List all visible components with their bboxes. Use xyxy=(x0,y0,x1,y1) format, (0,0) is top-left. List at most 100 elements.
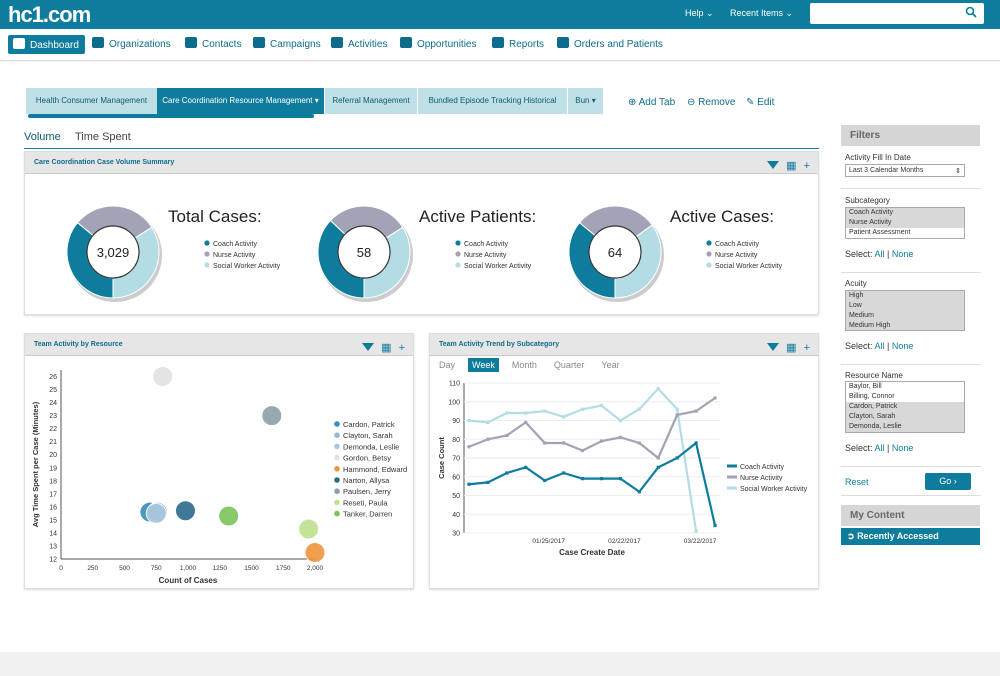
plus-icon[interactable]: + xyxy=(804,160,810,172)
resource-select-links: Select: All | None xyxy=(845,443,914,453)
legend-dot xyxy=(455,240,461,246)
collapse-triangle-icon[interactable] xyxy=(362,342,375,351)
subtab-volume[interactable]: Volume xyxy=(24,131,61,143)
legend-dot xyxy=(706,262,712,268)
select-all-link[interactable]: All xyxy=(875,443,885,453)
help-menu[interactable]: Help ⌄ xyxy=(685,8,714,19)
list-item[interactable]: Clayton, Sarah xyxy=(846,412,964,422)
list-item[interactable]: Medium High xyxy=(846,321,964,330)
activity-fill-label: Activity Fill In Date xyxy=(845,153,911,162)
money-icon xyxy=(400,37,412,48)
y-tick-label: 24 xyxy=(49,400,57,407)
list-item[interactable]: Nurse Activity xyxy=(846,218,964,228)
recent-items-menu[interactable]: Recent Items ⌄ xyxy=(730,8,793,19)
add-tab-button[interactable]: ⊕ Add Tab xyxy=(628,97,675,108)
select-all-link[interactable]: All xyxy=(875,249,885,259)
divider xyxy=(841,272,981,273)
list-item[interactable]: Low xyxy=(846,301,964,311)
list-item[interactable]: Billing, Connor xyxy=(846,392,964,402)
app-logo[interactable]: hc1.com xyxy=(8,2,91,28)
y-tick-label: 25 xyxy=(49,387,57,394)
nav-contacts[interactable]: Contacts xyxy=(185,37,241,50)
go-button[interactable]: Go › xyxy=(925,473,971,490)
plus-icon[interactable]: + xyxy=(804,342,810,354)
grid-icon[interactable]: ▦ xyxy=(381,341,391,354)
select-none-link[interactable]: None xyxy=(892,341,914,351)
donut-title: Total Cases: xyxy=(168,207,262,226)
list-item[interactable]: Medium xyxy=(846,311,964,321)
list-item[interactable]: Baylor, Bill xyxy=(846,382,964,392)
tab-care-coordination[interactable]: Care Coordination Resource Management ▾ xyxy=(157,88,324,114)
donut-title: Active Cases: xyxy=(670,207,774,226)
select-all-link[interactable]: All xyxy=(875,341,885,351)
series-point xyxy=(675,456,679,460)
y-tick-label: 100 xyxy=(448,399,460,406)
remove-tab-button[interactable]: ⊖ Remove xyxy=(687,97,735,108)
chevron-down-icon[interactable]: ▾ xyxy=(315,96,319,105)
scatter-point xyxy=(218,505,240,527)
donut-value: 64 xyxy=(608,245,622,260)
tab-health-consumer[interactable]: Health Consumer Management xyxy=(26,88,157,114)
reset-link[interactable]: Reset xyxy=(845,477,869,487)
nav-reports[interactable]: Reports xyxy=(492,37,544,50)
legend-label: Social Worker Activity xyxy=(464,263,532,270)
subtab-time-spent[interactable]: Time Spent xyxy=(75,131,131,143)
tab-referral[interactable]: Referral Management xyxy=(325,88,417,114)
caduceus-icon xyxy=(557,37,569,48)
grid-icon[interactable]: ▦ xyxy=(786,341,796,354)
legend-label: Nurse Activity xyxy=(213,252,256,259)
series-point xyxy=(713,396,717,400)
edit-tab-button[interactable]: ✎ Edit xyxy=(746,97,774,108)
period-year[interactable]: Year xyxy=(597,358,623,372)
nav-activities[interactable]: Activities xyxy=(331,37,387,50)
nav-orders-patients[interactable]: Orders and Patients xyxy=(557,37,663,50)
plus-circle-icon: ⊕ xyxy=(628,97,637,108)
search-input[interactable] xyxy=(810,3,984,24)
series-point xyxy=(486,480,490,484)
plus-icon[interactable]: + xyxy=(399,342,405,354)
tab-scrollbar[interactable] xyxy=(28,114,314,118)
list-item[interactable]: Patient Assessment xyxy=(846,228,964,238)
x-tick-label: 750 xyxy=(151,565,162,572)
activity-fill-select[interactable]: Last 3 Calendar Months ⇕ xyxy=(845,164,965,177)
grid-icon[interactable]: ▦ xyxy=(786,159,796,172)
tab-bundled-episode[interactable]: Bundled Episode Tracking Historical xyxy=(418,88,567,114)
nav-organizations[interactable]: Organizations xyxy=(92,37,171,50)
tab-overflow[interactable]: Bun ▾ xyxy=(568,88,603,114)
collapse-triangle-icon[interactable] xyxy=(767,342,780,351)
list-item[interactable]: Coach Activity xyxy=(846,208,964,218)
period-month[interactable]: Month xyxy=(508,358,541,372)
scatter-point xyxy=(152,366,174,388)
period-week[interactable]: Week xyxy=(468,358,499,372)
list-item[interactable]: Cardon, Patrick xyxy=(846,402,964,412)
nav-dashboard[interactable]: Dashboard xyxy=(8,35,85,54)
nav-campaigns[interactable]: Campaigns xyxy=(253,37,321,50)
series-point xyxy=(580,477,585,481)
nav-opportunities[interactable]: Opportunities xyxy=(400,37,476,50)
period-day[interactable]: Day xyxy=(435,358,459,372)
x-tick-label: 01/25/2017 xyxy=(532,538,565,545)
subcategory-label: Subcategory xyxy=(845,196,890,205)
scatter-point xyxy=(298,518,320,540)
select-none-link[interactable]: None xyxy=(892,443,914,453)
select-none-link[interactable]: None xyxy=(892,249,914,259)
series-point xyxy=(694,529,698,533)
legend-dot xyxy=(204,251,210,257)
series-point xyxy=(505,433,509,438)
panel-title: Care Coordination Case Volume Summary xyxy=(34,159,175,166)
search-icon[interactable] xyxy=(965,6,977,18)
collapse-triangle-icon[interactable] xyxy=(767,160,780,169)
resource-name-list[interactable]: Baylor, Bill Billing, Connor Cardon, Pat… xyxy=(845,381,965,433)
chevron-down-icon[interactable]: ▾ xyxy=(592,96,596,105)
filters-header: Filters xyxy=(841,125,980,146)
pencil-icon: ✎ xyxy=(746,97,755,108)
subcategory-list[interactable]: Coach Activity Nurse Activity Patient As… xyxy=(845,207,965,239)
recently-accessed-item[interactable]: ➲ Recently Accessed xyxy=(841,528,980,545)
series-point xyxy=(618,477,622,481)
x-tick-label: 500 xyxy=(119,565,130,572)
list-item[interactable]: High xyxy=(846,291,964,301)
acuity-list[interactable]: High Low Medium Medium High xyxy=(845,290,965,331)
x-tick-label: 2,000 xyxy=(307,565,324,572)
period-quarter[interactable]: Quarter xyxy=(550,358,589,372)
list-item[interactable]: Demonda, Leslie xyxy=(846,422,964,432)
